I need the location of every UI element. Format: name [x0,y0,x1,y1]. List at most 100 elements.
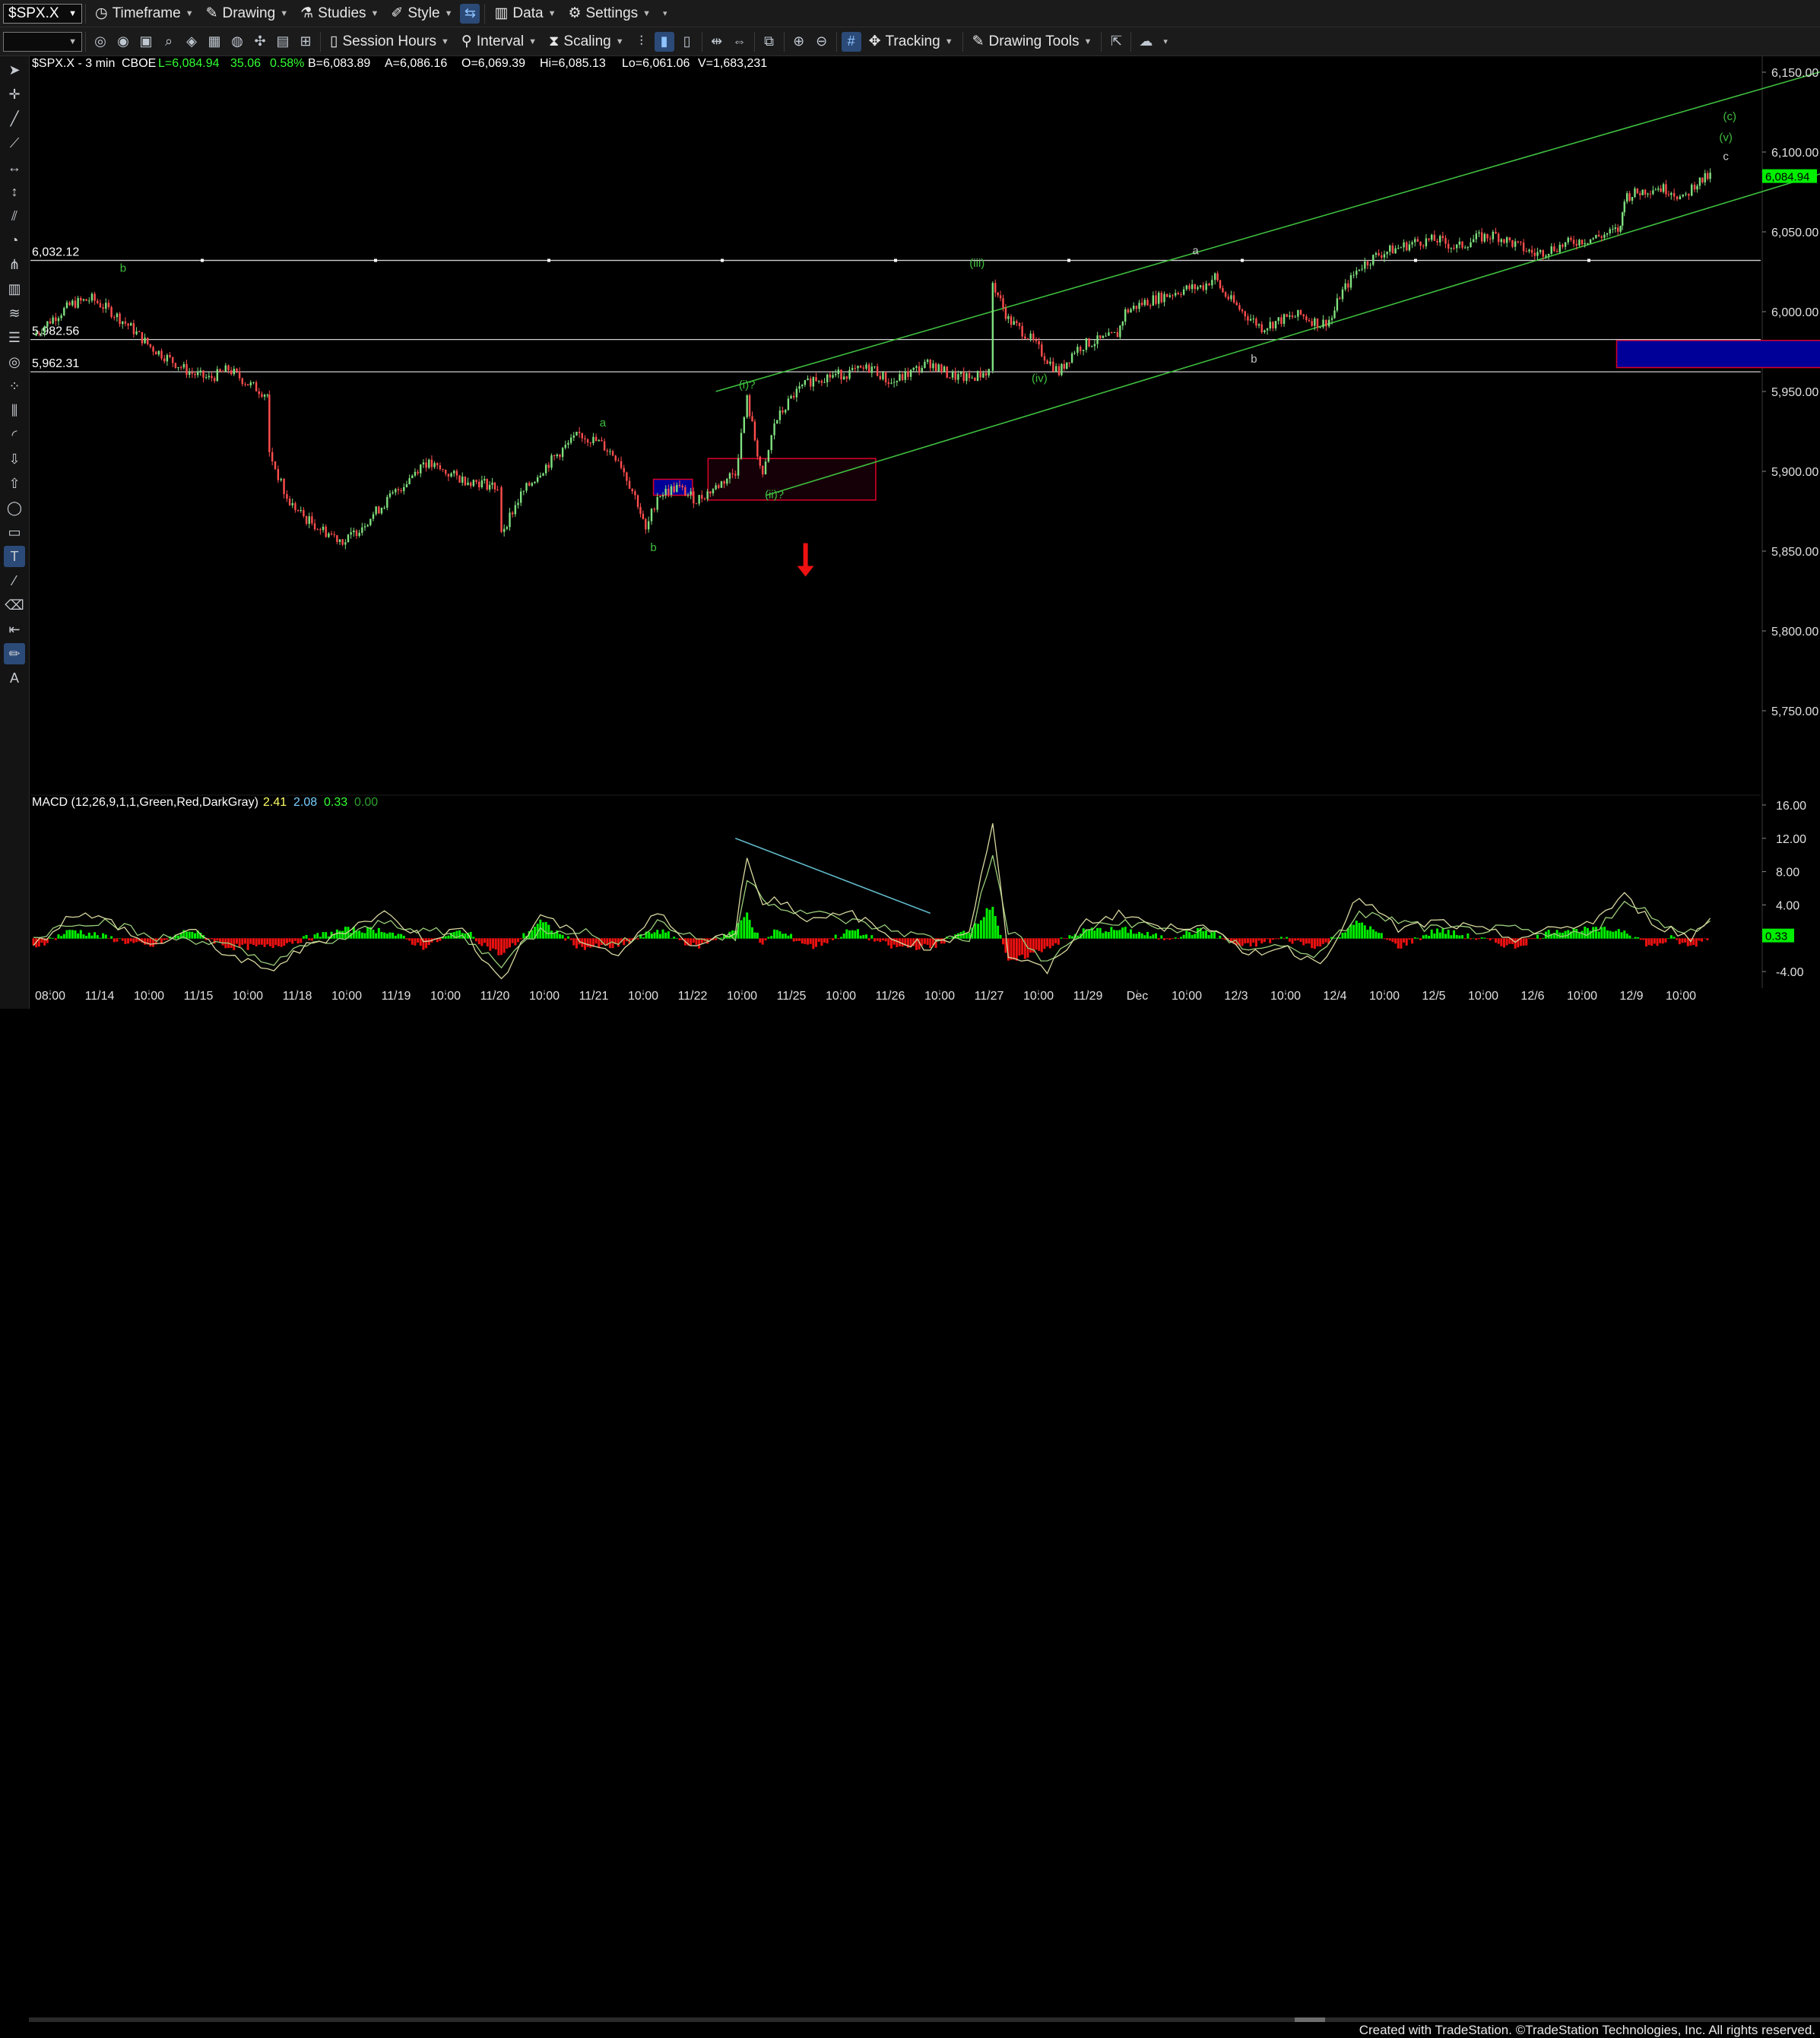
text-icon[interactable]: T [4,546,25,567]
macd-hist-bar [1314,938,1316,949]
candle-body [659,496,661,497]
candle-body [1122,322,1124,325]
time-tick-label: 10:00 [1369,990,1400,1003]
horizontal-scrollbar[interactable] [29,2017,1820,2022]
scaling-menu[interactable]: ⧗ Scaling ▼ [543,30,630,53]
zoom-out-icon[interactable]: ⊖ [812,32,832,52]
candle-body [512,512,513,514]
binoculars-icon[interactable]: ⌕ [159,32,179,52]
rectangle-icon[interactable]: ▭ [4,521,25,543]
export-icon[interactable]: ⇱ [1106,32,1126,52]
matrix-icon[interactable]: ▦ [205,32,224,52]
candle-style-icon[interactable]: ▮ [655,32,674,52]
link-alt-icon[interactable]: ◉ [113,32,133,52]
snap-icon[interactable]: ⇤ [4,619,25,640]
arrow-up-icon[interactable]: ⇧ [4,473,25,494]
secondary-toolbar: ▼ ◎ ◉ ▣ ⌕ ◈ ▦ ◍ ✣ ▤ ⊞ ▯ Session Hours ▼ … [0,27,1820,56]
candle-body [1688,194,1689,196]
macd-hist-value: 0.33 [324,796,347,809]
pointer-icon[interactable]: ➤ [4,59,25,81]
annotation-text-icon[interactable]: A [4,667,25,689]
link-icon[interactable]: ◎ [90,32,110,52]
pencil-icon[interactable]: ✏ [4,643,25,664]
candle-body [1052,362,1054,372]
fib-bars-icon[interactable]: ▥ [4,278,25,300]
layout-toggle-icon[interactable]: ⇆ [460,4,480,24]
macd-hist-bar [1381,933,1383,938]
zoom-in-icon[interactable]: ⊕ [789,32,809,52]
gann-icon[interactable]: ≋ [4,303,25,324]
dots-icon[interactable]: ⁘ [4,376,25,397]
window-icon[interactable]: ▣ [136,32,156,52]
compress-bars-icon[interactable]: ⇹ [707,32,727,52]
chart-select-input[interactable]: ▼ [3,32,82,52]
scrollbar-thumb[interactable] [1295,2017,1325,2022]
credit-text: Created with TradeStation. ©TradeStation… [1359,2023,1815,2038]
eraser-icon[interactable]: ⌫ [4,594,25,616]
arrow-down-icon[interactable]: ⇩ [4,448,25,470]
hollow-candle-icon[interactable]: ▯ [677,32,697,52]
horizontal-arrows-icon[interactable]: ↔ [4,157,25,178]
studies-menu[interactable]: ⚗ Studies ▼ [294,2,385,25]
candle-body [1007,316,1009,319]
ellipse-icon[interactable]: ◯ [4,497,25,518]
candle-body [899,374,900,381]
arc-icon[interactable]: ◜ [4,424,25,445]
toolbar2-overflow-menu[interactable]: ▾ [1157,30,1174,53]
macd-hist-bar [1247,938,1249,943]
macd-hist-bar [1118,930,1121,938]
drawing-tools-menu[interactable]: ✎ Drawing Tools ▼ [966,30,1099,53]
time-tick-label: 11/26 [876,990,905,1003]
fib-retracement-icon[interactable]: ☰ [4,327,25,348]
grid-icon[interactable]: # [842,32,861,52]
crosshair-icon[interactable]: ✛ [4,84,25,105]
candle-body [813,377,814,386]
macd-hist-bar [341,931,344,939]
window-split-icon[interactable]: ⧉ [759,32,779,52]
symbol-input[interactable]: $SPX.X ▼ [3,4,82,24]
session-hours-menu[interactable]: ▯ Session Hours ▼ [324,30,455,53]
candle-body [41,333,43,334]
interval-menu[interactable]: ⚲ Interval ▼ [455,30,543,53]
parallel-lines-icon[interactable]: ⫽ [4,205,25,227]
candle-body [905,371,906,379]
macd-hist-bar [753,933,756,939]
radar-icon[interactable]: ◍ [227,32,247,52]
candle-body [1158,293,1159,304]
line-icon[interactable]: ⁄ [4,570,25,591]
candle-body [1172,295,1173,296]
speed-lines-icon[interactable]: ◔ [4,230,25,251]
timeframe-menu[interactable]: ◷ Timeframe ▼ [89,2,200,25]
macd-hist-bar [236,938,238,943]
tracking-menu[interactable]: ✥ Tracking ▼ [863,30,959,53]
macd-hist-bar [420,938,422,946]
bar-style-icon[interactable]: ⫶ [632,32,652,52]
chart-canvas[interactable]: 6,032.125,982.565,962.31 bab(i)?(ii)?(ii… [0,0,1820,1029]
style-menu[interactable]: ✐ Style ▼ [385,2,458,25]
candle-body [1461,242,1463,248]
pitchfork-icon[interactable]: ⋔ [4,254,25,275]
candle-body [537,477,538,482]
time-tick-label: 10:00 [1468,990,1498,1003]
style-label: Style [407,5,439,22]
toolbar-overflow-menu[interactable]: ▾ [657,2,674,25]
macd-hist-bar [514,938,516,945]
circle-target-icon[interactable]: ◎ [4,351,25,372]
candle-body [1364,261,1365,269]
macd-hist-bar [1375,931,1377,938]
bars-marker-icon[interactable]: ⫼ [4,400,25,421]
strategy-icon[interactable]: ✣ [250,32,270,52]
trendline-icon[interactable]: ╱ [4,108,25,129]
template-icon[interactable]: ⊞ [296,32,315,52]
vertical-arrows-icon[interactable]: ↕ [4,181,25,202]
ray-icon[interactable]: ⟋ [4,132,25,154]
candle-body [790,396,791,399]
cloud-icon[interactable]: ☁ [1136,32,1156,52]
settings-menu[interactable]: ⚙ Settings ▼ [562,2,657,25]
candle-body [144,338,145,343]
save-icon[interactable]: ▤ [273,32,293,52]
expand-bars-icon[interactable]: ⇔ [730,32,750,52]
drawing-menu[interactable]: ✎ Drawing ▼ [200,2,295,25]
alert-icon[interactable]: ◈ [182,32,201,52]
data-menu[interactable]: ▥ Data ▼ [488,2,562,25]
